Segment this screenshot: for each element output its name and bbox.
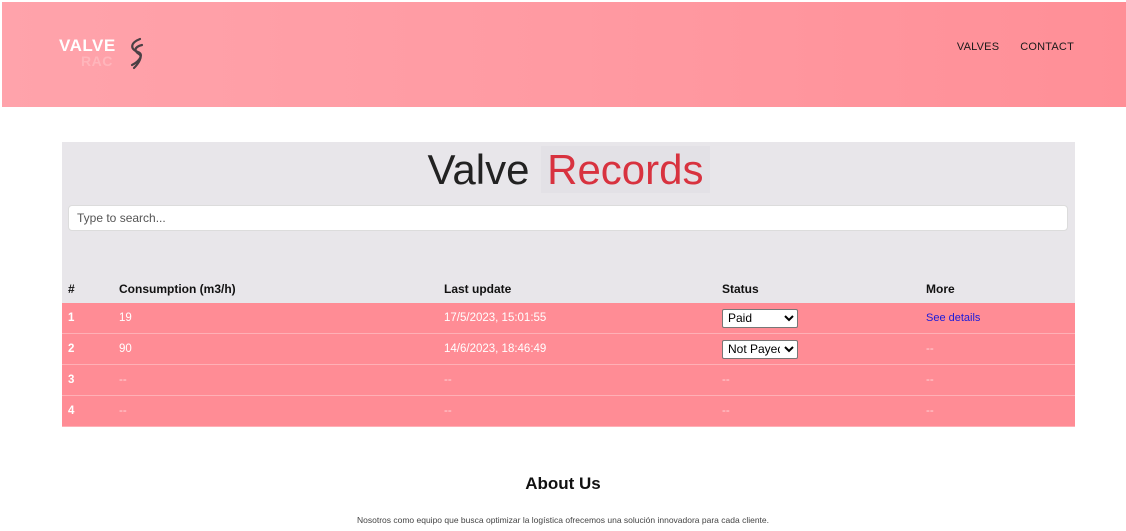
row-index: 3 (62, 364, 113, 396)
nav-link-contact[interactable]: CONTACT (1020, 41, 1074, 53)
row-consumption: -- (113, 364, 438, 396)
row-last-update: 17/5/2023, 15:01:55 (438, 303, 716, 334)
page-title: Valve Records (62, 146, 1075, 194)
logo-sub-text: RAC (81, 53, 113, 69)
row-status: -- (716, 364, 920, 396)
column-header-last-update: Last update (444, 281, 512, 296)
records-panel: Valve Records # Consumption (m3/h) Last … (62, 142, 1075, 427)
search-input[interactable] (68, 205, 1068, 231)
row-more-cell: See details (920, 303, 1075, 334)
page-title-main: Valve (427, 146, 530, 193)
row-index: 1 (62, 303, 113, 334)
status-select[interactable]: Paid (722, 308, 798, 328)
column-header-more: More (926, 281, 955, 296)
row-last-update: -- (438, 364, 716, 396)
column-header-consumption: Consumption (m3/h) (119, 281, 236, 296)
nav-link-valves[interactable]: VALVES (957, 41, 999, 53)
table-row: 3 -- -- -- -- (62, 364, 1075, 396)
row-consumption: 19 (113, 303, 438, 334)
row-consumption: -- (113, 395, 438, 427)
row-more: -- (920, 333, 1075, 365)
row-status-cell: Paid (716, 303, 920, 334)
page-title-accent: Records (541, 146, 710, 193)
row-last-update: 14/6/2023, 18:46:49 (438, 333, 716, 365)
see-details-link[interactable]: See details (926, 312, 980, 324)
about-text: Nosotros como equipo que busca optimizar… (356, 515, 769, 525)
main-nav: VALVES CONTACT (957, 41, 1074, 53)
row-status: -- (716, 395, 920, 427)
about-title: About Us (525, 474, 601, 493)
status-select[interactable]: Not Payed (722, 339, 798, 359)
row-last-update: -- (438, 395, 716, 427)
row-status-cell: Not Payed (716, 333, 920, 365)
valve-swirl-icon (130, 37, 144, 70)
table-row: 4 -- -- -- -- (62, 395, 1075, 427)
site-header: VALVE RAC VALVES CONTACT (2, 2, 1126, 107)
table-row: 1 19 17/5/2023, 15:01:55 Paid See detail… (62, 303, 1075, 334)
row-index: 2 (62, 333, 113, 365)
row-more: -- (920, 395, 1075, 427)
row-consumption: 90 (113, 333, 438, 365)
column-header-index: # (68, 281, 75, 296)
records-table: # Consumption (m3/h) Last update Status … (62, 274, 1075, 427)
table-row: 2 90 14/6/2023, 18:46:49 Not Payed -- (62, 333, 1075, 365)
column-header-status: Status (722, 281, 759, 296)
logo[interactable]: VALVE RAC (59, 36, 159, 76)
table-header-row: # Consumption (m3/h) Last update Status … (62, 274, 1075, 303)
row-more: -- (920, 364, 1075, 396)
row-index: 4 (62, 395, 113, 427)
